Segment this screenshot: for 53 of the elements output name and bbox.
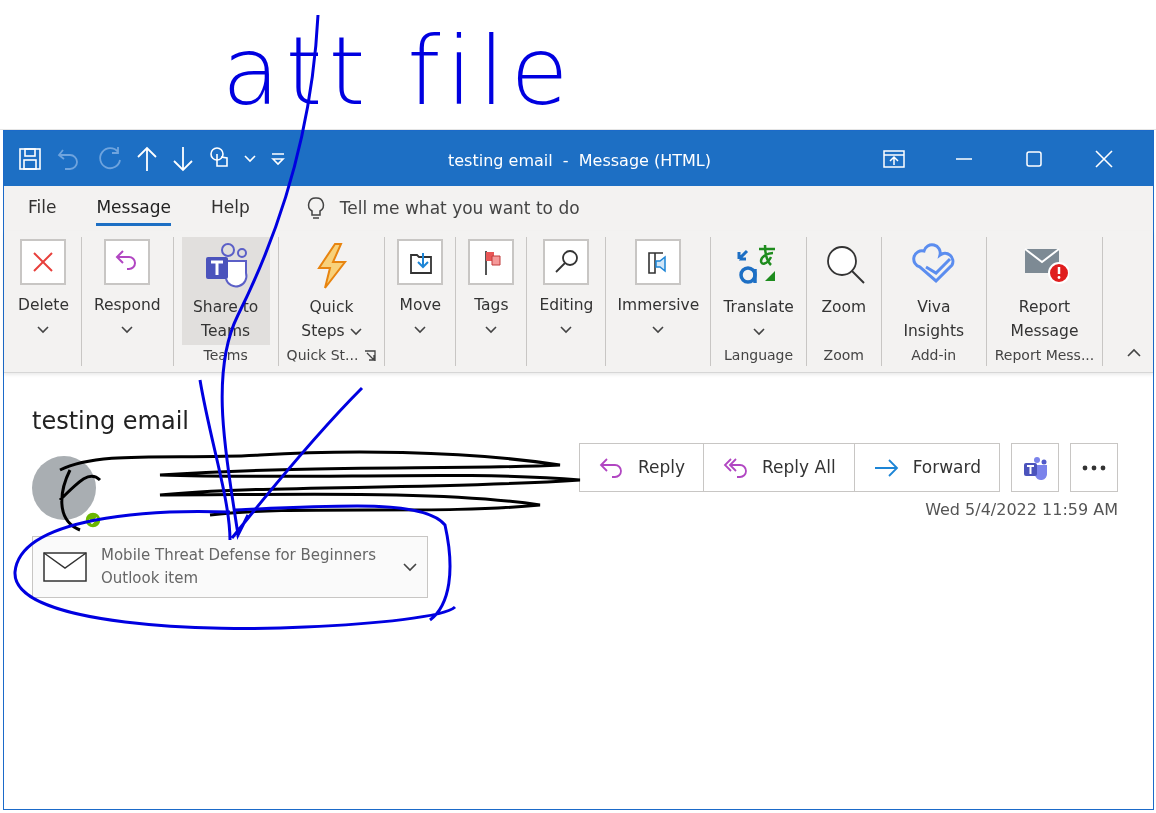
ribbon-button[interactable]: Translate	[719, 237, 798, 345]
more-icon	[1082, 464, 1106, 471]
ribbon-button[interactable]: Respond	[89, 237, 165, 344]
customize-toolbar-icon[interactable]	[270, 151, 286, 166]
envelope-icon	[43, 552, 87, 582]
message-action-button[interactable]: Forward	[853, 443, 1000, 492]
more-options-button[interactable]	[1070, 443, 1118, 492]
ribbon-group-label: Report Mess...	[994, 346, 1095, 365]
chevron-down-icon[interactable]	[403, 563, 417, 572]
message-action-button[interactable]: Reply	[578, 443, 705, 492]
menu-tab[interactable]: Message	[96, 190, 171, 227]
ribbon-button[interactable]: Delete	[14, 237, 73, 344]
down-arrow-icon[interactable]	[172, 145, 194, 172]
chevron-down-icon	[349, 327, 362, 336]
window-title: testing email - Message (HTML)	[448, 150, 711, 172]
chevron-down-icon	[121, 325, 134, 334]
ribbon-button[interactable]: Tags	[464, 237, 519, 344]
ribbon-button[interactable]: Zoom	[814, 237, 873, 344]
menu-tab[interactable]: File	[28, 190, 57, 227]
chevron-down-icon	[560, 325, 573, 334]
collapse-ribbon-icon[interactable]	[1127, 348, 1141, 357]
ribbon-button[interactable]: Viva Insights	[889, 237, 978, 345]
teams-button[interactable]	[1011, 443, 1059, 492]
attachment-type: Outlook item	[101, 568, 200, 589]
ribbon-group-label: Zoom	[823, 345, 864, 365]
chevron-down-icon	[37, 325, 50, 334]
chevron-down-icon	[414, 325, 427, 334]
tell-me-search-field[interactable]: Tell me what you want to do	[339, 195, 580, 222]
ribbon-group-label: Add-in	[911, 346, 957, 365]
lightbulb-icon	[305, 195, 326, 222]
maximize-icon[interactable]	[1025, 149, 1043, 168]
message-action-button[interactable]: Reply All	[703, 443, 855, 492]
close-icon[interactable]	[1095, 149, 1113, 168]
ribbon-group-label: Quick St...	[286, 346, 359, 365]
received-date: Wed 5/4/2022 11:59 AM	[925, 499, 1118, 521]
ribbon-button[interactable]: Editing	[535, 237, 598, 344]
chevron-down-icon	[485, 325, 498, 334]
teams-icon	[1022, 454, 1048, 481]
attachment-card[interactable]: Mobile Threat Defense for Beginners Outlook item	[32, 536, 428, 598]
chevron-down-icon	[752, 327, 765, 336]
menu-tab[interactable]: Help	[210, 190, 250, 227]
ribbon-button[interactable]: Quick Steps	[287, 237, 376, 345]
ribbon-button[interactable]: Move	[393, 237, 448, 344]
up-arrow-icon[interactable]	[136, 145, 158, 172]
chevron-down-icon	[652, 325, 665, 334]
restore-ribbon-icon[interactable]	[883, 149, 905, 168]
attachment-name: Mobile Threat Defense for Beginners	[101, 545, 377, 566]
dialog-launcher-icon[interactable]	[364, 349, 377, 362]
save-icon[interactable]	[18, 146, 42, 171]
ribbon-group-label: Language	[724, 346, 794, 365]
ribbon-button[interactable]: Immersive	[614, 237, 703, 344]
ribbon-button[interactable]: Report Message	[1000, 237, 1089, 345]
message-subject: testing email	[32, 406, 190, 437]
